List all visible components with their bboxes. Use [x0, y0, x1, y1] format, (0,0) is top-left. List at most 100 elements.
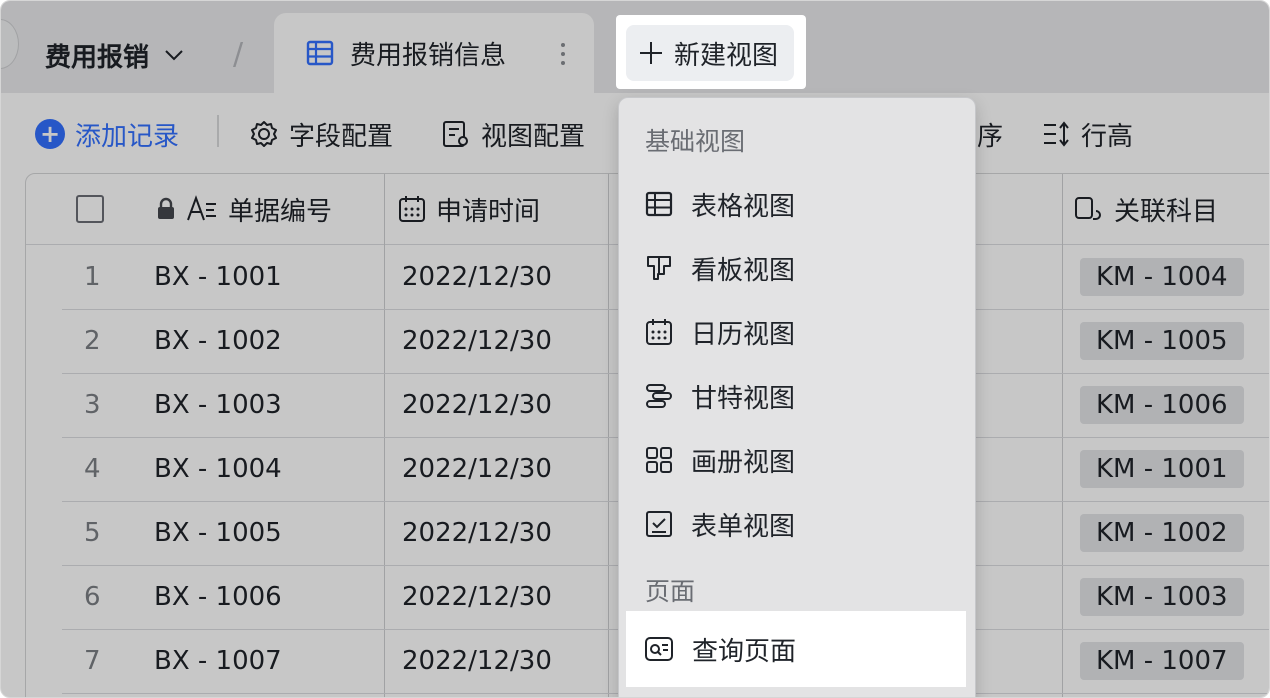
text-field-icon — [187, 195, 216, 221]
cell-id[interactable]: BX - 1005 — [154, 501, 282, 565]
row-height-button[interactable]: 行高 — [1041, 115, 1133, 153]
column-header-subject[interactable]: 关联科目 — [1074, 174, 1218, 244]
row-height-icon — [1044, 121, 1069, 147]
cell-id[interactable]: BX - 1002 — [154, 309, 282, 373]
cell-id[interactable]: BX - 1006 — [154, 565, 282, 629]
query-page-icon — [645, 637, 673, 661]
subject-tag: KM - 1003 — [1080, 578, 1244, 616]
new-view-button[interactable]: 新建视图 — [626, 25, 794, 81]
subject-tag: KM - 1006 — [1080, 386, 1244, 424]
menu-item-kanban-view[interactable]: 看板视图 — [645, 246, 795, 290]
calendar-icon — [646, 319, 672, 345]
plus-icon — [640, 42, 662, 64]
more-vertical-icon[interactable] — [560, 41, 566, 67]
row-number: 2 — [84, 326, 101, 356]
cell-subject[interactable]: KM - 1002 — [1080, 501, 1244, 565]
base-selector[interactable]: 费用报销 — [45, 35, 185, 75]
kanban-icon — [647, 256, 671, 280]
subject-tag: KM - 1001 — [1080, 450, 1244, 488]
sort-button[interactable]: 序 — [977, 115, 1003, 153]
cell-subject[interactable]: KM - 1003 — [1080, 565, 1244, 629]
table-view-icon — [306, 40, 334, 66]
cell-date[interactable]: 2022/12/30 — [402, 501, 552, 565]
menu-group-page: 页面 — [645, 577, 696, 606]
row-number: 4 — [84, 454, 101, 484]
cell-date[interactable]: 2022/12/30 — [402, 373, 552, 437]
cell-date[interactable]: 2022/12/30 — [402, 629, 552, 693]
back-button[interactable] — [1, 19, 19, 69]
plus-icon: + — [35, 119, 65, 149]
tab-expense-info[interactable]: 费用报销信息 — [274, 13, 594, 93]
new-view-label: 新建视图 — [674, 40, 779, 71]
subject-tag: KM - 1005 — [1080, 322, 1244, 360]
gallery-icon — [646, 447, 672, 473]
field-config-label: 字段配置 — [289, 121, 394, 152]
view-config-button[interactable]: 视图配置 — [441, 115, 585, 153]
subject-tag: KM - 1004 — [1080, 258, 1244, 296]
menu-item-label: 日历视图 — [691, 319, 796, 350]
checkbox[interactable] — [76, 195, 104, 223]
menu-group-basic: 基础视图 — [645, 127, 746, 156]
new-view-highlight: 新建视图 — [616, 15, 806, 89]
lock-icon — [158, 197, 174, 219]
gear-icon — [251, 121, 277, 147]
cell-date[interactable]: 2022/12/30 — [402, 245, 552, 309]
menu-item-table-view[interactable]: 表格视图 — [645, 182, 795, 226]
cell-subject[interactable]: KM - 1001 — [1080, 437, 1244, 501]
menu-item-gantt-view[interactable]: 甘特视图 — [645, 374, 795, 418]
menu-item-query-page[interactable]: 查询页面 — [626, 611, 966, 687]
column-header-id[interactable]: 单据编号 — [156, 174, 332, 244]
tab-label: 费用报销信息 — [350, 40, 507, 71]
menu-item-label: 查询页面 — [692, 636, 797, 667]
row-number: 3 — [84, 390, 101, 420]
chevron-down-icon — [165, 50, 183, 61]
cell-id[interactable]: BX - 1003 — [154, 373, 282, 437]
table-view-icon — [645, 191, 673, 217]
row-number: 7 — [84, 646, 101, 676]
cell-date[interactable]: 2022/12/30 — [402, 309, 552, 373]
toolbar-divider — [217, 115, 219, 147]
cell-id[interactable]: BX - 1001 — [154, 245, 282, 309]
view-config-icon — [443, 121, 468, 147]
cell-date[interactable]: 2022/12/30 — [402, 565, 552, 629]
column-label: 申请时间 — [436, 196, 541, 227]
column-label: 关联科目 — [1114, 196, 1219, 227]
menu-item-label: 表单视图 — [691, 511, 796, 542]
menu-item-form-view[interactable]: 表单视图 — [645, 502, 795, 546]
tab-separator: / — [233, 37, 244, 72]
link-field-icon — [1075, 197, 1101, 220]
sort-label-partial: 序 — [977, 121, 1004, 152]
menu-item-calendar-view[interactable]: 日历视图 — [645, 310, 795, 354]
gantt-icon — [646, 384, 672, 408]
subject-tag: KM - 1007 — [1080, 642, 1244, 680]
add-record-label: 添加记录 — [75, 121, 180, 152]
select-all-checkbox[interactable] — [76, 174, 104, 244]
form-icon — [646, 511, 672, 537]
view-config-label: 视图配置 — [481, 121, 586, 152]
menu-item-label: 表格视图 — [691, 191, 796, 222]
menu-item-label: 甘特视图 — [691, 383, 796, 414]
cell-id[interactable]: BX - 1004 — [154, 437, 282, 501]
add-record-button[interactable]: + 添加记录 — [35, 115, 179, 153]
base-name: 费用报销 — [45, 42, 150, 73]
cell-id[interactable]: BX - 1007 — [154, 629, 282, 693]
new-view-menu: 基础视图 表格视图 看板视图 日历视图 甘特视图 画册视图 表单视图 页面 — [618, 97, 976, 697]
cell-subject[interactable]: KM - 1007 — [1080, 629, 1244, 693]
calendar-icon — [399, 196, 425, 222]
cell-subject[interactable]: KM - 1004 — [1080, 245, 1244, 309]
cell-subject[interactable]: KM - 1006 — [1080, 373, 1244, 437]
cell-subject[interactable]: KM - 1005 — [1080, 309, 1244, 373]
menu-item-label: 看板视图 — [691, 255, 796, 286]
row-height-label: 行高 — [1081, 121, 1134, 152]
column-label: 单据编号 — [228, 196, 333, 227]
app-window: 费用报销 / 费用报销信息 + 添加记录 字段配置 视图配置 序 行高 单据编号… — [0, 0, 1270, 698]
row-number: 5 — [84, 518, 101, 548]
menu-item-gallery-view[interactable]: 画册视图 — [645, 438, 795, 482]
row-number: 6 — [84, 582, 101, 612]
column-header-date[interactable]: 申请时间 — [398, 174, 540, 244]
subject-tag: KM - 1002 — [1080, 514, 1244, 552]
cell-date[interactable]: 2022/12/30 — [402, 437, 552, 501]
field-config-button[interactable]: 字段配置 — [249, 115, 393, 153]
row-number: 1 — [84, 262, 101, 292]
menu-item-label: 画册视图 — [691, 447, 796, 478]
